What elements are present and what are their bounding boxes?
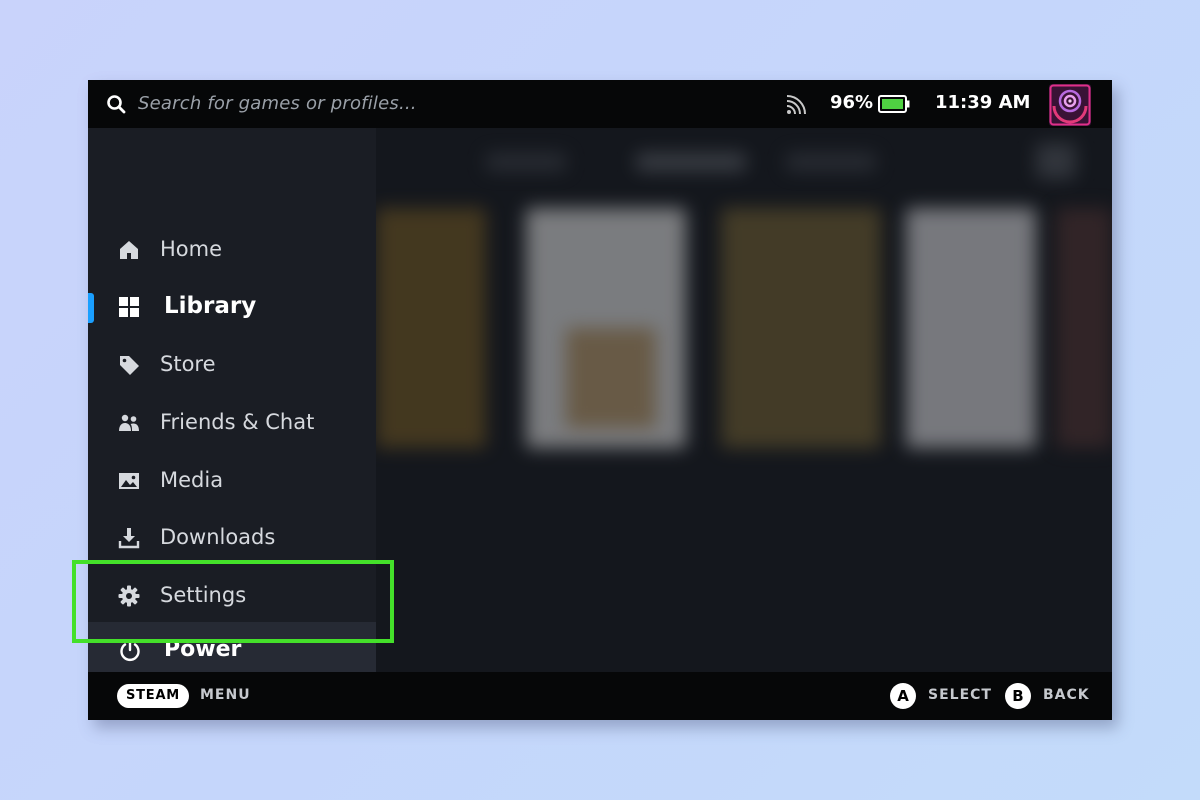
battery-icon[interactable] xyxy=(878,95,910,113)
menu-item-label: Friends & Chat xyxy=(160,410,315,434)
clock: 11:39 AM xyxy=(935,92,1031,113)
tag-icon xyxy=(120,356,139,375)
highlight-annotation-box xyxy=(72,560,394,643)
steam-button[interactable]: STEAM xyxy=(117,684,189,708)
active-indicator xyxy=(88,293,94,323)
battery-percent: 96% xyxy=(830,92,874,113)
a-button-icon[interactable]: A xyxy=(890,683,916,709)
menu-item-media[interactable]: Media xyxy=(88,455,376,507)
people-icon xyxy=(119,414,139,431)
menu-item-home[interactable]: Home xyxy=(88,224,376,276)
download-icon xyxy=(118,528,140,549)
b-button-icon[interactable]: B xyxy=(1005,683,1031,709)
top-bar: Search for games or profiles... 96% 11:3… xyxy=(88,80,1112,128)
menu-item-friends-chat[interactable]: Friends & Chat xyxy=(88,397,376,449)
library-background-blurred xyxy=(376,128,1112,672)
menu-item-library[interactable]: Library xyxy=(88,281,376,333)
home-icon xyxy=(120,241,138,259)
menu-item-downloads[interactable]: Downloads xyxy=(88,512,376,564)
bottom-bar: STEAM MENU A SELECT B BACK xyxy=(88,672,1112,720)
select-hint-label: SELECT xyxy=(928,687,992,703)
menu-item-label: Downloads xyxy=(160,525,276,549)
menu-item-label: Store xyxy=(160,352,216,376)
back-hint-label: BACK xyxy=(1043,687,1090,703)
grid-icon xyxy=(119,297,139,317)
menu-hint-label: MENU xyxy=(200,687,251,703)
menu-item-label: Media xyxy=(160,468,224,492)
search-icon[interactable] xyxy=(106,94,126,114)
cast-icon xyxy=(786,95,806,115)
search-input[interactable]: Search for games or profiles... xyxy=(138,93,417,114)
image-icon xyxy=(119,473,139,489)
menu-item-label: Library xyxy=(164,293,257,319)
menu-item-store[interactable]: Store xyxy=(88,339,376,391)
menu-item-label: Home xyxy=(160,237,223,261)
avatar[interactable] xyxy=(1049,84,1091,126)
